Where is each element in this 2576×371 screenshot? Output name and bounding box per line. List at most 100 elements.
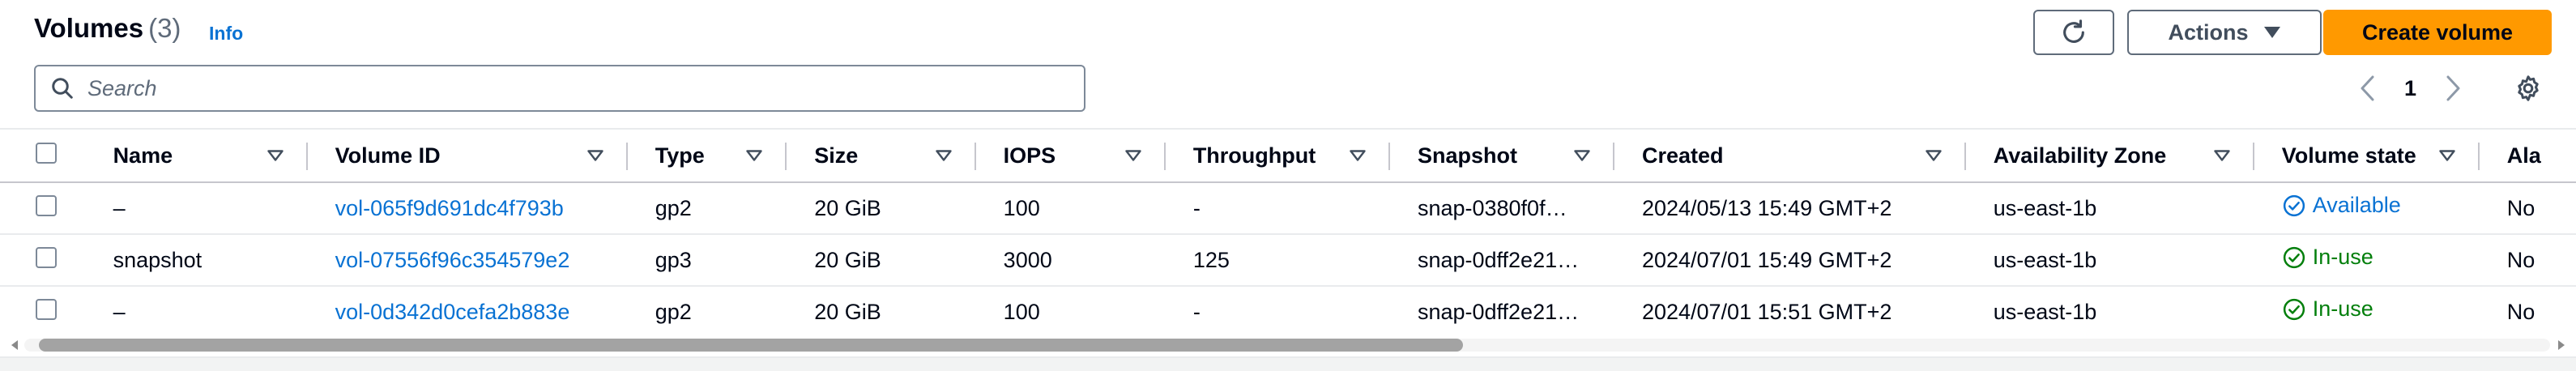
volume-id-link[interactable]: vol-065f9d691dc4f793b [335, 196, 564, 220]
cell-size: 20 GiB [787, 234, 976, 287]
status-success-icon [2283, 298, 2305, 320]
column-header-type[interactable]: Type [627, 130, 787, 183]
row-checkbox[interactable] [36, 194, 57, 216]
cell-created: 2024/05/13 15:49 GMT+2 [1614, 182, 1966, 235]
cell-alarm-status: No [2479, 182, 2576, 235]
column-header-iops[interactable]: IOPS [975, 130, 1166, 183]
table-row[interactable]: – vol-0d342d0cefa2b883e gp2 20 GiB 100 -… [0, 286, 2576, 339]
cell-availability-zone: us-east-1b [1965, 182, 2254, 235]
column-label: Created [1641, 143, 1724, 168]
status-text: In-use [2312, 296, 2373, 322]
column-header-size[interactable]: Size [787, 130, 976, 183]
horizontal-scrollbar[interactable] [0, 334, 2576, 356]
page-number[interactable]: 1 [2404, 76, 2416, 101]
cell-type: gp3 [627, 234, 787, 287]
create-volume-button[interactable]: Create volume [2323, 10, 2552, 55]
sort-caret-icon [267, 150, 284, 161]
cell-throughput: 125 [1165, 234, 1390, 287]
volume-id-link[interactable]: vol-0d342d0cefa2b883e [335, 300, 570, 324]
column-label: Volume state [2281, 143, 2416, 168]
search-icon [52, 78, 73, 99]
row-checkbox[interactable] [36, 246, 57, 268]
volumes-table-container: Name Volume ID Type Size IOPS Throughput… [0, 128, 2576, 355]
column-label: IOPS [1003, 143, 1056, 168]
select-all-cell [0, 130, 86, 183]
column-header-availability-zone[interactable]: Availability Zone [1965, 130, 2254, 183]
status-success-icon [2283, 246, 2305, 268]
cell-name: snapshot [85, 234, 308, 287]
page-header: Volumes(3) Info Actions Create volume 1 [0, 0, 2576, 130]
cell-throughput: - [1165, 286, 1390, 339]
resource-count: (3) [148, 13, 181, 43]
row-select-cell [0, 234, 86, 287]
cell-snapshot: snap-0380f0f… [1389, 182, 1614, 235]
cell-name: – [85, 286, 308, 339]
status-badge: Available [2282, 193, 2401, 218]
volumes-table: Name Volume ID Type Size IOPS Throughput… [0, 130, 2576, 339]
scroll-left-arrow-icon[interactable] [11, 340, 18, 350]
table-row[interactable]: snapshot vol-07556f96c354579e2 gp3 20 Gi… [0, 234, 2576, 287]
refresh-button[interactable] [2033, 10, 2114, 55]
actions-dropdown-button[interactable]: Actions [2127, 10, 2322, 55]
pagination: 1 [2359, 70, 2462, 107]
cell-created: 2024/07/01 15:51 GMT+2 [1614, 286, 1966, 339]
title-text: Volumes [34, 13, 144, 43]
column-header-snapshot[interactable]: Snapshot [1389, 130, 1614, 183]
scroll-right-arrow-icon[interactable] [2558, 340, 2565, 350]
column-header-volume-id[interactable]: Volume ID [307, 130, 628, 183]
cell-created: 2024/07/01 15:49 GMT+2 [1614, 234, 1966, 287]
info-link[interactable]: Info [209, 23, 243, 45]
cell-snapshot: snap-0dff2e21… [1389, 286, 1614, 339]
cell-type: gp2 [627, 286, 787, 339]
row-select-cell [0, 286, 86, 339]
cell-snapshot: snap-0dff2e21… [1389, 234, 1614, 287]
sort-caret-icon [935, 150, 952, 161]
table-row[interactable]: – vol-065f9d691dc4f793b gp2 20 GiB 100 -… [0, 182, 2576, 235]
cell-volume-state: In-use [2254, 234, 2480, 287]
cell-volume-id: vol-07556f96c354579e2 [307, 234, 628, 287]
cell-volume-id: vol-0d342d0cefa2b883e [307, 286, 628, 339]
search-field[interactable] [34, 65, 1085, 112]
sort-caret-icon [2214, 150, 2230, 161]
column-label: Type [655, 143, 705, 168]
cell-alarm-status: No [2479, 234, 2576, 287]
cell-size: 20 GiB [787, 182, 976, 235]
status-text: In-use [2312, 245, 2373, 270]
settings-button[interactable] [2510, 70, 2547, 107]
column-label: Snapshot [1417, 143, 1517, 168]
cell-alarm-status: No [2479, 286, 2576, 339]
chevron-left-icon[interactable] [2359, 75, 2377, 102]
column-label: Throughput [1192, 143, 1316, 168]
column-header-alarm-status[interactable]: Ala [2479, 130, 2576, 183]
cell-iops: 100 [975, 182, 1166, 235]
refresh-icon [2063, 19, 2084, 43]
sort-caret-icon [1574, 150, 1590, 161]
column-header-name[interactable]: Name [85, 130, 308, 183]
bottom-divider [0, 356, 2576, 371]
select-all-checkbox[interactable] [36, 142, 57, 164]
cell-volume-state: In-use [2254, 286, 2480, 339]
row-checkbox[interactable] [36, 298, 57, 320]
column-header-created[interactable]: Created [1614, 130, 1966, 183]
cell-availability-zone: us-east-1b [1965, 234, 2254, 287]
column-header-volume-state[interactable]: Volume state [2254, 130, 2480, 183]
cell-availability-zone: us-east-1b [1965, 286, 2254, 339]
cell-name: – [85, 182, 308, 235]
sort-caret-icon [1125, 150, 1141, 161]
caret-down-icon [2263, 27, 2280, 38]
status-text: Available [2312, 193, 2401, 218]
chevron-right-icon[interactable] [2444, 75, 2462, 102]
search-input[interactable] [87, 75, 1060, 101]
cell-iops: 3000 [975, 234, 1166, 287]
scroll-thumb[interactable] [39, 339, 1463, 352]
row-select-cell [0, 182, 86, 235]
volume-id-link[interactable]: vol-07556f96c354579e2 [335, 248, 570, 272]
cell-throughput: - [1165, 182, 1390, 235]
column-header-throughput[interactable]: Throughput [1165, 130, 1390, 183]
status-badge: In-use [2282, 245, 2373, 270]
table-header-row: Name Volume ID Type Size IOPS Throughput… [0, 130, 2576, 183]
sort-caret-icon [2439, 150, 2455, 161]
column-label: Ala [2506, 143, 2541, 168]
column-label: Size [814, 143, 859, 168]
sort-caret-icon [587, 150, 603, 161]
